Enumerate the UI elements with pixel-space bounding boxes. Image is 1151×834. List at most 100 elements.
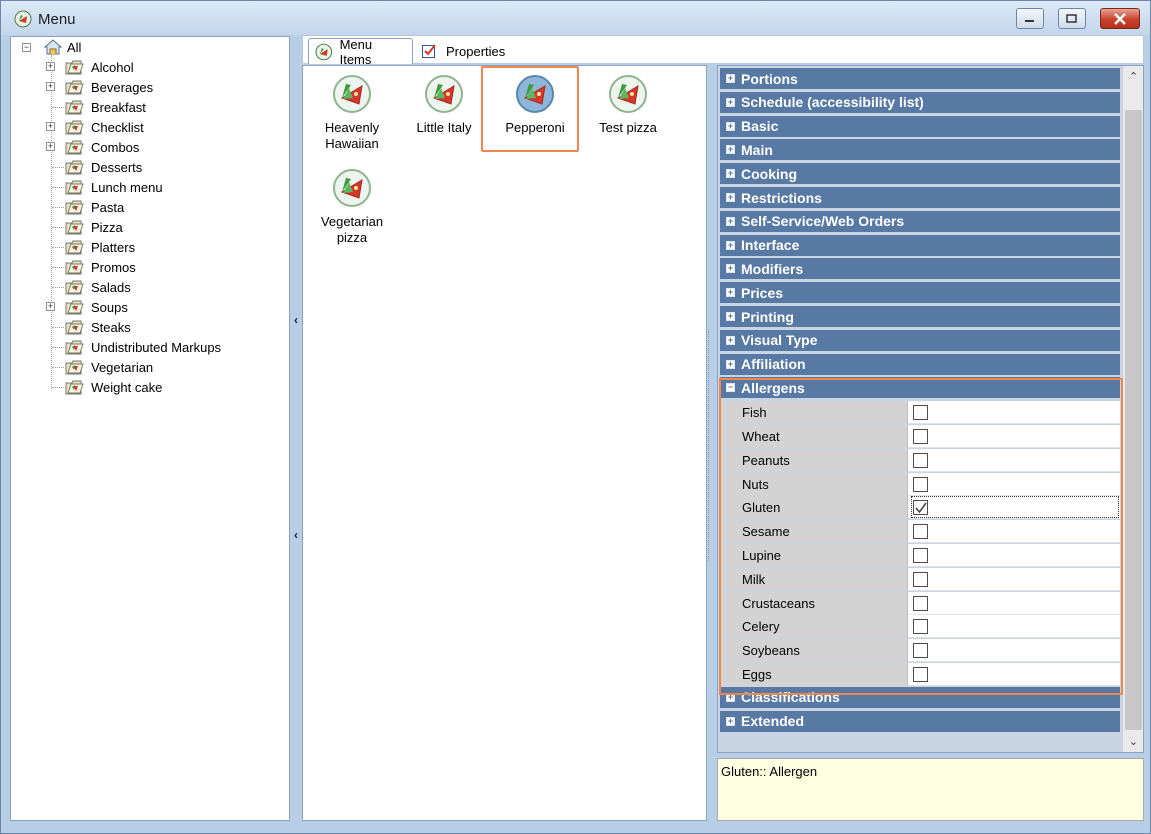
tab-menu-items[interactable]: Menu Items: [308, 37, 413, 67]
folder-icon: [65, 240, 84, 255]
properties-icon: [422, 44, 436, 58]
collapse-toggle[interactable]: −: [22, 43, 31, 52]
expand-icon[interactable]: +: [726, 288, 735, 298]
tree-item[interactable]: Salads: [91, 277, 131, 297]
folder-icon: [65, 300, 84, 315]
property-scrollbar[interactable]: ⌃ ⌄: [1122, 66, 1143, 752]
menu-item-tile[interactable]: Test pizza: [585, 70, 671, 136]
category-label: Printing: [741, 308, 794, 325]
expand-icon[interactable]: +: [726, 169, 735, 179]
folder-icon: [65, 160, 84, 175]
menu-item-tile[interactable]: Heavenly Hawaiian: [309, 70, 395, 152]
pizza-icon: [425, 75, 463, 113]
expand-icon[interactable]: +: [726, 335, 735, 345]
tree-item[interactable]: Pasta: [91, 197, 124, 217]
close-button[interactable]: [1100, 8, 1140, 29]
tree-item[interactable]: Combos: [91, 137, 139, 157]
tree-root-label[interactable]: All: [67, 37, 81, 57]
tree-item[interactable]: Steaks: [91, 317, 131, 337]
expand-toggle[interactable]: +: [46, 82, 55, 91]
expand-icon[interactable]: +: [726, 240, 735, 250]
pizza-icon: [333, 75, 371, 113]
pizza-icon: [333, 169, 371, 207]
maximize-button[interactable]: [1058, 8, 1086, 29]
property-category[interactable]: + Extended: [720, 710, 1120, 733]
expand-toggle[interactable]: +: [46, 62, 55, 71]
tab-properties-label: Properties: [446, 43, 506, 59]
tree-item[interactable]: Beverages: [91, 77, 153, 97]
property-grid[interactable]: + Portions + Schedule (accessibility list) +…: [717, 65, 1144, 753]
category-label: Schedule (accessibility list): [741, 94, 924, 111]
expand-icon[interactable]: +: [726, 74, 735, 83]
scroll-down-icon[interactable]: ⌄: [1126, 735, 1141, 750]
scroll-up-icon[interactable]: ⌃: [1126, 70, 1141, 85]
menu-window: Menu − All + Alcohol + Beverages Breakfast + C…: [0, 0, 1151, 834]
menu-items-panel: Heavenly Hawaiian Little Italy Pepperoni Te…: [302, 65, 707, 821]
tab-properties[interactable]: Properties: [415, 38, 515, 64]
expand-icon[interactable]: +: [726, 145, 735, 155]
folder-icon: [65, 180, 84, 195]
home-icon: [43, 39, 63, 55]
property-category[interactable]: + Portions: [720, 68, 1120, 90]
selected-item-highlight: [481, 66, 579, 152]
expand-toggle[interactable]: +: [46, 122, 55, 131]
menu-item-tile[interactable]: Vegetarian pizza: [309, 164, 395, 246]
expand-toggle[interactable]: +: [46, 142, 55, 151]
property-category[interactable]: + Schedule (accessibility list): [720, 91, 1120, 114]
scroll-thumb[interactable]: [1125, 110, 1142, 730]
menu-item-label: Little Italy: [416, 120, 472, 135]
tree-item[interactable]: Undistributed Markups: [91, 337, 221, 357]
collapse-left-arrow[interactable]: ‹: [292, 313, 300, 327]
tree-item[interactable]: Breakfast: [91, 97, 146, 117]
expand-icon[interactable]: +: [726, 264, 735, 274]
pane-splitter[interactable]: [708, 331, 714, 561]
tree-item[interactable]: Promos: [91, 257, 136, 277]
tree-item[interactable]: Desserts: [91, 157, 142, 177]
tree-item[interactable]: Alcohol: [91, 57, 134, 77]
close-icon: [1114, 12, 1126, 25]
menu-item-label: Vegetarian pizza: [320, 214, 384, 245]
property-category[interactable]: + Basic: [720, 115, 1120, 138]
menu-item-label: Test pizza: [599, 120, 657, 135]
category-label: Self-Service/Web Orders: [741, 213, 905, 230]
tree-item[interactable]: Checklist: [91, 117, 144, 137]
property-category[interactable]: + Affiliation: [720, 353, 1120, 376]
tree-item[interactable]: Weight cake: [91, 377, 162, 397]
folder-icon: [65, 280, 84, 295]
expand-icon[interactable]: +: [726, 359, 735, 369]
property-category[interactable]: + Restrictions: [720, 187, 1120, 209]
folder-icon: [65, 80, 84, 95]
title-bar: Menu: [1, 1, 1150, 35]
tree-item[interactable]: Vegetarian: [91, 357, 153, 377]
expand-icon[interactable]: +: [726, 97, 735, 107]
property-category[interactable]: + Self-Service/Web Orders: [720, 210, 1120, 233]
tree-item[interactable]: Pizza: [91, 217, 123, 237]
expand-icon[interactable]: +: [726, 193, 735, 202]
tree-item[interactable]: Lunch menu: [91, 177, 163, 197]
property-category[interactable]: + Visual Type: [720, 329, 1120, 352]
menu-item-label: Heavenly Hawaiian: [324, 120, 380, 151]
property-category[interactable]: + Main: [720, 139, 1120, 162]
folder-icon: [65, 220, 84, 235]
expand-icon[interactable]: +: [726, 716, 735, 726]
collapse-left-arrow-2[interactable]: ‹: [292, 528, 300, 542]
property-category[interactable]: + Cooking: [720, 163, 1120, 186]
tree-item[interactable]: Soups: [91, 297, 128, 317]
folder-icon: [65, 260, 84, 275]
expand-icon[interactable]: +: [726, 216, 735, 226]
property-category[interactable]: + Modifiers: [720, 258, 1120, 281]
menu-item-tile[interactable]: Little Italy: [401, 70, 487, 136]
folder-icon: [65, 320, 84, 335]
expand-icon[interactable]: +: [726, 121, 735, 131]
expand-icon[interactable]: +: [726, 312, 735, 321]
expand-toggle[interactable]: +: [46, 302, 55, 311]
category-label: Affiliation: [741, 356, 806, 373]
tree-item[interactable]: Platters: [91, 237, 135, 257]
category-tree[interactable]: − All + Alcohol + Beverages Breakfast + Checkl…: [10, 36, 290, 821]
property-category[interactable]: + Printing: [720, 306, 1120, 328]
property-category[interactable]: + Prices: [720, 282, 1120, 305]
minimize-button[interactable]: [1016, 8, 1044, 29]
tab-strip: Menu Items Properties: [302, 35, 1144, 67]
folder-icon: [65, 60, 84, 75]
property-category[interactable]: + Interface: [720, 234, 1120, 257]
